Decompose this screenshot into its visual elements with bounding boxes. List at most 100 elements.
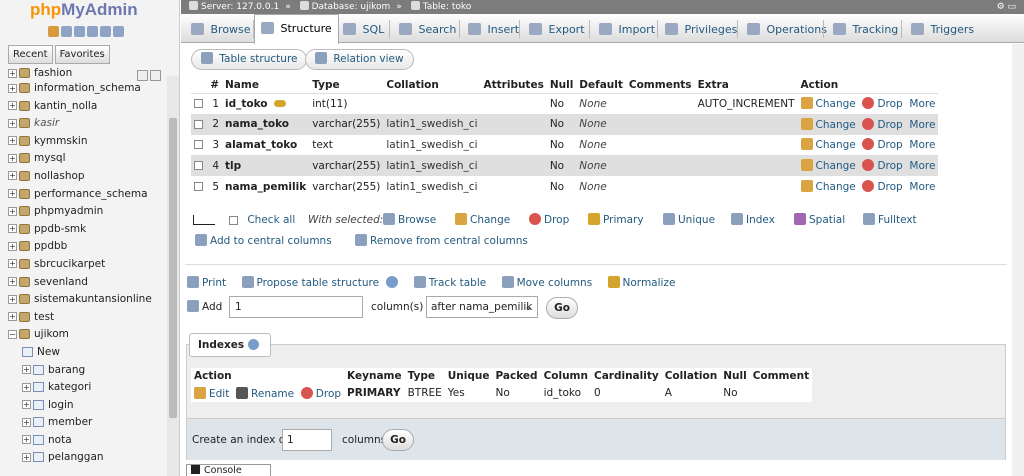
bulk-drop-button[interactable]: Drop: [529, 212, 569, 228]
col-header-type[interactable]: Type: [309, 78, 384, 94]
tab-search[interactable]: Search: [399, 18, 456, 43]
drop-link[interactable]: Drop: [862, 117, 903, 131]
bulk-browse-button[interactable]: Browse: [383, 212, 436, 228]
index-column-count-input[interactable]: 1: [282, 429, 332, 451]
row-checkbox[interactable]: [194, 119, 203, 129]
col-header-comments[interactable]: Comments: [625, 78, 695, 94]
tree-db-information-schema[interactable]: + information_schema: [0, 80, 167, 98]
tab-import[interactable]: Import: [599, 18, 655, 43]
tree-db-mysql[interactable]: + mysql: [0, 150, 167, 168]
print-link[interactable]: Print: [187, 276, 226, 289]
recent-button[interactable]: Recent: [8, 45, 53, 64]
index-rename-link[interactable]: Rename: [236, 386, 294, 400]
index-edit-link[interactable]: Edit: [194, 386, 229, 400]
tree-db-sistemakuntansionline[interactable]: + sistemakuntansionline: [0, 291, 167, 309]
index-drop-link[interactable]: Drop: [300, 386, 341, 400]
tree-db-nollashop[interactable]: + nollashop: [0, 168, 167, 186]
change-link[interactable]: Change: [800, 117, 856, 131]
column-position-select[interactable]: after nama_pemilik ⌄: [426, 296, 538, 318]
tree-new-table[interactable]: New: [0, 344, 167, 362]
tree-db-performance-schema[interactable]: + performance_schema: [0, 186, 167, 204]
more-link[interactable]: More: [909, 160, 935, 172]
add-columns-go-button[interactable]: Go: [546, 297, 578, 319]
drop-link[interactable]: Drop: [862, 159, 903, 172]
tree-db-ppdbb[interactable]: + ppdbb: [0, 238, 167, 256]
bulk-unique-button[interactable]: Unique: [663, 212, 715, 228]
col-header-null[interactable]: Null: [546, 78, 577, 94]
drop-link[interactable]: Drop: [862, 97, 903, 110]
remove-central-columns-button[interactable]: Remove from central columns: [355, 234, 528, 247]
table-structure-button[interactable]: Table structure: [191, 49, 308, 70]
tab-structure[interactable]: Structure: [254, 14, 339, 44]
tree-table-member[interactable]: + member: [0, 414, 167, 432]
tree-db-ujikom[interactable]: − ujikom: [0, 326, 167, 344]
tree-db-kymmskin[interactable]: + kymmskin: [0, 133, 167, 151]
tree-db-kantin-nolla[interactable]: + kantin_nolla: [0, 98, 167, 116]
bulk-spatial-button[interactable]: Spatial: [794, 212, 845, 228]
tree-db-kasir[interactable]: + kasir: [0, 115, 167, 133]
create-index-go-button[interactable]: Go: [382, 429, 414, 451]
tree-db-sbrcucikarpet[interactable]: + sbrcucikarpet: [0, 256, 167, 274]
normalize-link[interactable]: Normalize: [607, 276, 675, 289]
logout-icon[interactable]: [61, 26, 72, 37]
sidebar-scrollbar[interactable]: [167, 76, 179, 476]
tree-table-nota[interactable]: + nota: [0, 432, 167, 450]
row-checkbox[interactable]: [194, 182, 203, 192]
change-link[interactable]: Change: [800, 138, 856, 151]
docs-icon[interactable]: [87, 26, 98, 37]
add-columns-count-input[interactable]: 1: [229, 296, 363, 318]
bulk-primary-button[interactable]: Primary: [588, 212, 644, 228]
col-header-collation[interactable]: Collation: [383, 78, 481, 94]
tab-export[interactable]: Export: [529, 18, 585, 43]
favorites-button[interactable]: Favorites: [54, 45, 110, 64]
change-link[interactable]: Change: [800, 159, 856, 172]
tab-privileges[interactable]: Privileges: [665, 18, 737, 43]
more-link[interactable]: More: [909, 98, 935, 110]
breadcrumb-server[interactable]: Server: 127.0.0.1: [201, 2, 279, 12]
change-link[interactable]: Change: [800, 97, 856, 110]
move-columns-link[interactable]: Move columns: [501, 276, 592, 289]
console-toggle[interactable]: Console: [186, 464, 271, 476]
more-link[interactable]: More: [909, 119, 935, 131]
indexes-legend[interactable]: Indexes: [189, 333, 272, 357]
track-table-link[interactable]: Track table: [413, 276, 486, 289]
bulk-fulltext-button[interactable]: Fulltext: [863, 212, 917, 228]
col-header-name[interactable]: Name: [222, 78, 310, 94]
check-all-link[interactable]: Check all: [247, 214, 295, 226]
tree-db-sevenland[interactable]: + sevenland: [0, 274, 167, 292]
row-checkbox[interactable]: [194, 99, 203, 109]
tree-db-fashion[interactable]: + fashion: [0, 66, 167, 80]
bulk-index-button[interactable]: Index: [731, 212, 775, 228]
main-scrollbar[interactable]: [1012, 44, 1024, 476]
more-link[interactable]: More: [909, 139, 935, 151]
change-link[interactable]: Change: [800, 180, 856, 193]
tree-table-kategori[interactable]: + kategori: [0, 379, 167, 397]
propose-structure-link[interactable]: Propose table structure: [241, 276, 379, 289]
drop-link[interactable]: Drop: [862, 180, 903, 193]
col-header-attributes[interactable]: Attributes: [480, 78, 547, 94]
gear-icon[interactable]: [100, 26, 111, 37]
tab-insert[interactable]: Insert: [468, 18, 519, 43]
tree-table-barang[interactable]: + barang: [0, 362, 167, 380]
tab-triggers[interactable]: Triggers: [911, 18, 974, 43]
settings-gear-icon[interactable]: ⚙ ▭: [997, 0, 1016, 14]
help-icon[interactable]: [74, 26, 85, 37]
tab-tracking[interactable]: Tracking: [833, 18, 898, 43]
drop-link[interactable]: Drop: [862, 138, 903, 151]
bulk-change-button[interactable]: Change: [455, 212, 510, 228]
help-icon[interactable]: [386, 276, 399, 288]
tree-db-ppdb-smk[interactable]: + ppdb-smk: [0, 221, 167, 239]
tab-browse[interactable]: Browse: [191, 18, 251, 43]
relation-view-button[interactable]: Relation view: [305, 49, 414, 70]
tree-table-pelanggan[interactable]: + pelanggan: [0, 449, 167, 467]
col-header-default[interactable]: Default: [576, 78, 626, 94]
tree-db-test[interactable]: + test: [0, 309, 167, 327]
home-icon[interactable]: [48, 26, 59, 37]
more-link[interactable]: More: [909, 181, 935, 193]
add-central-columns-button[interactable]: Add to central columns: [195, 234, 332, 247]
reload-icon[interactable]: [113, 26, 124, 37]
scrollbar-thumb[interactable]: [169, 118, 177, 418]
check-all-checkbox[interactable]: [229, 215, 238, 225]
col-header-extra[interactable]: Extra: [694, 78, 798, 94]
phpmyadmin-logo[interactable]: phpMyAdmin: [0, 0, 179, 22]
